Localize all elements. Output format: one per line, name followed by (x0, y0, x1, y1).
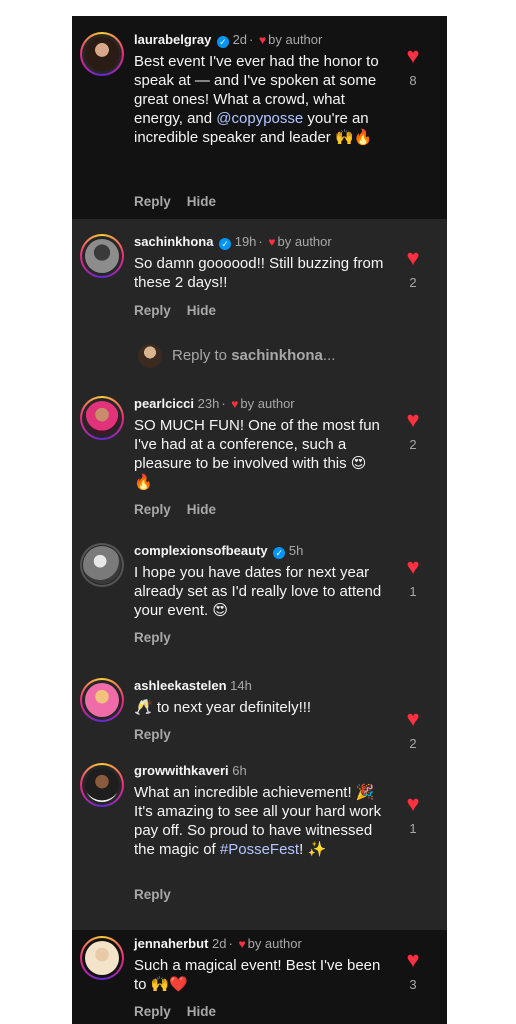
comment-actions: Reply Hide (134, 1004, 232, 1019)
comment-header: laurabelgray ✓ 2d · ♥ by author (134, 32, 323, 48)
comment-actions: Reply (134, 887, 187, 902)
like-control[interactable]: ♥ 1 (398, 556, 428, 600)
heart-icon[interactable]: ♥ (398, 708, 428, 730)
like-control[interactable]: ♥ 2 (398, 247, 428, 291)
reply-prompt-text[interactable]: Reply to sachinkhona... (172, 347, 335, 364)
username[interactable]: growwithkaveri (134, 763, 229, 778)
comment-text: SO MUCH FUN! One of the most fun I've ha… (134, 417, 380, 491)
like-control[interactable]: ♥ 8 (398, 45, 428, 89)
heart-icon[interactable]: ♥ (398, 409, 428, 431)
small-heart-icon: ♥ (231, 397, 239, 411)
avatar[interactable] (80, 543, 124, 587)
reply-button[interactable]: Reply (134, 887, 171, 902)
like-count: 1 (409, 584, 417, 599)
by-author-label: by author (268, 32, 323, 47)
verified-badge-icon: ✓ (219, 238, 232, 250)
username[interactable]: complexionsofbeauty (134, 543, 268, 558)
by-author-label: by author (247, 936, 302, 951)
like-control[interactable]: ♥ 3 (398, 949, 428, 993)
comment-text: Best event I've ever had the honor to sp… (134, 53, 379, 146)
timestamp: 6h (232, 763, 247, 778)
avatar[interactable] (80, 32, 124, 76)
reply-button[interactable]: Reply (134, 630, 171, 645)
timestamp: 2d (232, 32, 248, 47)
timestamp: 5h (288, 543, 304, 558)
by-author-label: by author (277, 234, 332, 249)
comment-header: pearlcicci 23h · ♥ by author (134, 396, 295, 411)
comment-text: I hope you have dates for next year alre… (134, 564, 382, 619)
timestamp: 19h (234, 234, 257, 249)
reply-button[interactable]: Reply (134, 194, 171, 209)
username[interactable]: jennaherbut (134, 936, 208, 951)
avatar[interactable] (80, 678, 124, 722)
heart-icon[interactable]: ♥ (398, 793, 428, 815)
reply-button[interactable]: Reply (134, 1004, 171, 1019)
comment-header: jennaherbut 2d · ♥ by author (134, 936, 302, 951)
like-count: 2 (409, 736, 417, 751)
like-count: 8 (409, 73, 417, 88)
reply-button[interactable]: Reply (134, 502, 171, 517)
username[interactable]: laurabelgray (134, 32, 211, 47)
reply-button[interactable]: Reply (134, 303, 171, 318)
comment-actions: Reply Hide (134, 502, 232, 517)
verified-badge-icon: ✓ (216, 36, 229, 48)
timestamp: 23h (197, 396, 220, 411)
like-count: 2 (409, 437, 417, 452)
comment-header: ashleekastelen 14h (134, 678, 252, 693)
small-heart-icon: ♥ (259, 33, 267, 47)
avatar[interactable] (80, 396, 124, 440)
hide-button[interactable]: Hide (187, 303, 216, 318)
like-count: 1 (409, 821, 417, 836)
comment-actions: Reply Hide (134, 194, 232, 209)
avatar (138, 344, 162, 368)
comment-header: growwithkaveri 6h (134, 763, 247, 778)
heart-icon[interactable]: ♥ (398, 949, 428, 971)
hide-button[interactable]: Hide (187, 1004, 216, 1019)
like-count: 3 (409, 977, 417, 992)
mention-link[interactable]: @copyposse (216, 110, 303, 127)
comment-actions: Reply (134, 630, 187, 645)
avatar[interactable] (80, 234, 124, 278)
like-control[interactable]: ♥ 2 (398, 409, 428, 453)
hide-button[interactable]: Hide (187, 502, 216, 517)
avatar[interactable] (80, 763, 124, 807)
comments-panel: laurabelgray ✓ 2d · ♥ by author Best event… (72, 16, 447, 1024)
comment-text: So damn goooood!! Still buzzing from the… (134, 255, 384, 291)
like-count: 2 (409, 275, 417, 290)
avatar[interactable] (80, 936, 124, 980)
comment-text: 🥂 to next year definitely!!! (134, 699, 312, 716)
timestamp: 14h (230, 678, 252, 693)
comment-text: What an incredible achievement! 🎉 It's a… (134, 784, 382, 858)
by-author-label: by author (240, 396, 295, 411)
comment-actions: Reply (134, 727, 187, 742)
hide-button[interactable]: Hide (187, 194, 216, 209)
timestamp: 2d (212, 936, 227, 951)
comment-header: complexionsofbeauty ✓ 5h (134, 543, 303, 559)
heart-icon[interactable]: ♥ (398, 247, 428, 269)
like-control[interactable]: ♥ 1 (398, 793, 428, 837)
heart-icon[interactable]: ♥ (398, 45, 428, 67)
username[interactable]: ashleekastelen (134, 678, 227, 693)
like-control[interactable]: ♥ 2 (398, 708, 428, 752)
comment-header: sachinkhona ✓ 19h · ♥ by author (134, 234, 332, 250)
username[interactable]: pearlcicci (134, 396, 194, 411)
verified-badge-icon: ✓ (273, 547, 286, 559)
small-heart-icon: ♥ (268, 235, 276, 249)
small-heart-icon: ♥ (238, 937, 246, 951)
comment-actions: Reply Hide (134, 303, 232, 318)
comment-text: Such a magical event! Best I've been to … (134, 957, 381, 993)
hashtag-link[interactable]: #PosseFest (220, 841, 299, 858)
reply-button[interactable]: Reply (134, 727, 171, 742)
heart-icon[interactable]: ♥ (398, 556, 428, 578)
username[interactable]: sachinkhona (134, 234, 213, 249)
